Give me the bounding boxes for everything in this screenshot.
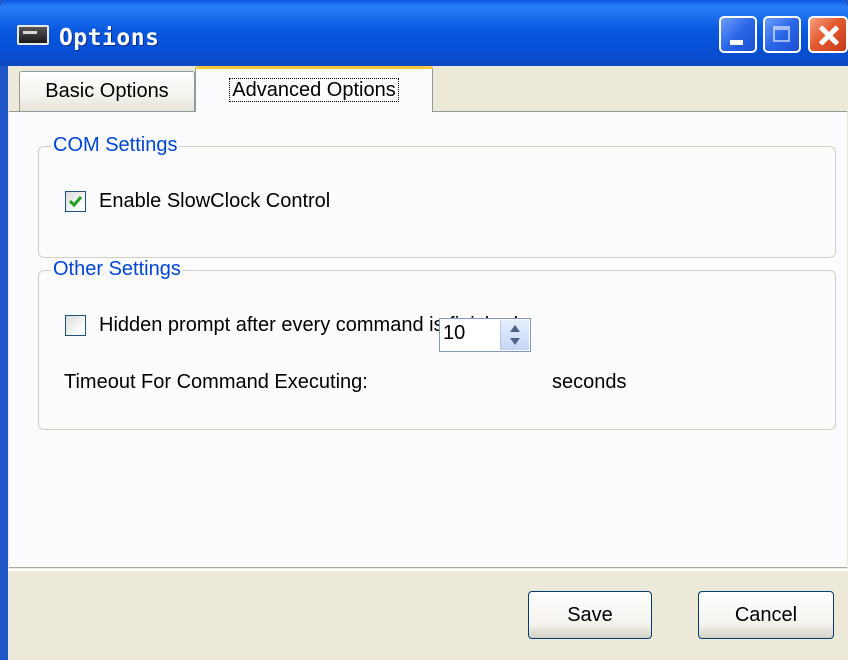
title-bar[interactable]: Options [0, 0, 848, 66]
client-area: Basic Options Advanced Options COM Setti… [8, 66, 848, 660]
tab-advanced-options[interactable]: Advanced Options [195, 66, 433, 112]
enable-slowclock-label[interactable]: Enable SlowClock Control [99, 190, 330, 213]
minimize-icon[interactable] [719, 16, 757, 53]
footer-separator [8, 569, 848, 571]
hidden-prompt-checkbox[interactable] [65, 315, 86, 336]
com-settings-title: COM Settings [51, 134, 180, 157]
tab-basic-options-label: Basic Options [45, 80, 169, 102]
app-window-icon [17, 25, 49, 45]
timeout-unit-label: seconds [552, 371, 627, 393]
tab-advanced-options-label: Advanced Options [229, 78, 399, 102]
save-button[interactable]: Save [528, 591, 652, 639]
tab-bar: Basic Options Advanced Options [8, 66, 848, 112]
spin-up-icon[interactable] [510, 325, 520, 332]
checkmark-icon [68, 196, 83, 208]
window-title: Options [59, 25, 160, 51]
cancel-button[interactable]: Cancel [698, 591, 834, 639]
tab-basic-options[interactable]: Basic Options [19, 71, 195, 111]
options-window: Options Basic Options Advanced Options C… [0, 0, 848, 660]
timeout-spinner[interactable]: 10 [439, 318, 531, 352]
enable-slowclock-checkbox[interactable] [65, 191, 86, 212]
timeout-value[interactable]: 10 [443, 322, 465, 345]
other-settings-title: Other Settings [51, 258, 183, 281]
spin-down-icon[interactable] [510, 338, 520, 345]
spinner-buttons[interactable] [500, 320, 529, 350]
advanced-options-panel: COM Settings Other Settings Enable SlowC… [9, 111, 847, 568]
timeout-label: Timeout For Command Executing: [64, 371, 368, 393]
maximize-icon[interactable] [763, 16, 801, 53]
close-icon[interactable] [808, 16, 848, 53]
other-settings-group: Other Settings [38, 258, 836, 430]
